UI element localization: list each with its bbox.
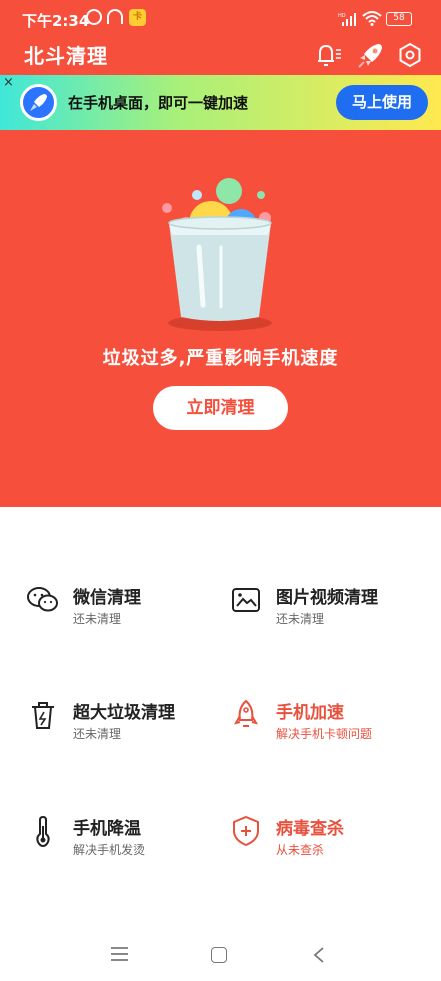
feature-subtitle: 解决手机卡顿问题 (276, 727, 373, 741)
system-nav-bar (0, 925, 441, 981)
feature-title: 图片视频清理 (276, 588, 378, 608)
feature-subtitle: 还未清理 (73, 727, 122, 741)
notification-app-icon: 卡 (129, 9, 146, 26)
hero-section: 下午2:34 卡 HD 58 北斗清理 × 在手机桌面，即可一键加速 马上使用 … (0, 0, 441, 507)
image-icon (232, 588, 260, 612)
feature-phone-speedup[interactable]: 手机加速 解决手机卡顿问题 (229, 698, 429, 758)
bell-icon[interactable] (314, 41, 342, 69)
feature-subtitle: 从未查杀 (276, 843, 325, 857)
feature-large-junk-clean[interactable]: 超大垃圾清理 还未清理 (26, 698, 226, 758)
feature-subtitle: 解决手机发烫 (73, 843, 146, 857)
svg-text:HD: HD (338, 13, 346, 19)
back-icon[interactable] (312, 947, 326, 963)
home-icon[interactable] (211, 947, 227, 963)
trash-icon (32, 702, 54, 729)
feature-subtitle: 还未清理 (276, 612, 325, 626)
clean-now-button[interactable]: 立即清理 (153, 386, 288, 430)
thermometer-icon (36, 815, 50, 848)
status-bar: 下午2:34 卡 HD 58 (0, 0, 441, 36)
feature-title: 手机加速 (276, 703, 344, 723)
feature-title: 微信清理 (73, 588, 141, 608)
settings-icon[interactable] (397, 42, 423, 68)
app-title: 北斗清理 (24, 44, 108, 68)
feature-wechat-clean[interactable]: 微信清理 还未清理 (26, 583, 226, 643)
rocket-icon (233, 699, 259, 727)
feature-image-video-clean[interactable]: 图片视频清理 还未清理 (229, 583, 429, 643)
headphones-icon (107, 9, 123, 24)
feature-title: 病毒查杀 (276, 819, 344, 839)
feature-virus-scan[interactable]: 病毒查杀 从未查杀 (229, 814, 429, 874)
wechat-icon (27, 587, 58, 612)
trash-bin-illustration (162, 178, 272, 331)
alarm-icon (86, 9, 102, 25)
feature-title: 超大垃圾清理 (73, 703, 175, 723)
banner-close-icon[interactable]: × (3, 75, 14, 90)
shield-icon (233, 815, 259, 847)
feature-title: 手机降温 (73, 819, 141, 839)
status-time: 下午2:34 (22, 12, 90, 30)
banner-text: 在手机桌面，即可一键加速 (68, 94, 249, 112)
battery-icon: 58 (386, 12, 412, 26)
promo-banner[interactable]: × 在手机桌面，即可一键加速 马上使用 (0, 75, 441, 130)
recent-apps-icon[interactable] (111, 947, 128, 961)
hero-message: 垃圾过多,严重影响手机速度 (102, 348, 339, 369)
use-now-button[interactable]: 马上使用 (336, 85, 428, 120)
feature-subtitle: 还未清理 (73, 612, 122, 626)
banner-rocket-icon (20, 84, 57, 121)
signal-icon: HD (338, 13, 356, 26)
feature-phone-cooling[interactable]: 手机降温 解决手机发烫 (26, 814, 226, 874)
rocket-boost-icon[interactable] (356, 40, 386, 70)
wifi-icon (362, 11, 382, 26)
